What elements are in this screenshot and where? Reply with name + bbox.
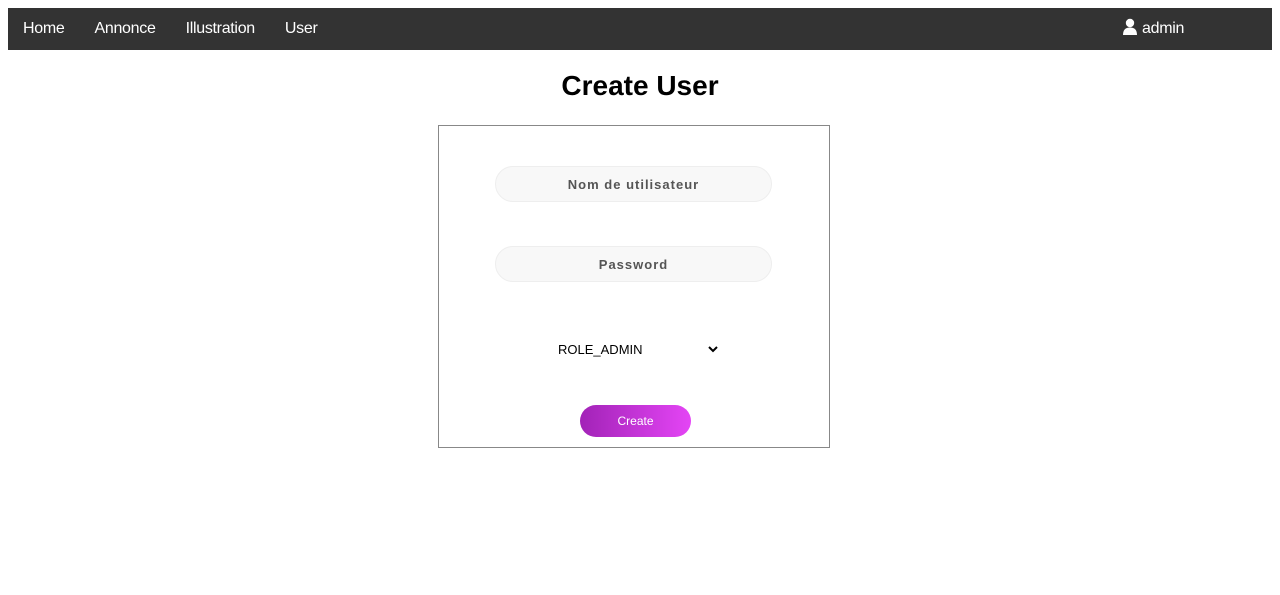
create-button[interactable]: Create xyxy=(580,405,691,437)
role-select-value: ROLE_ADMIN xyxy=(558,341,643,357)
nav-link-illustration[interactable]: Illustration xyxy=(186,20,256,38)
nav-link-user[interactable]: User xyxy=(285,20,318,38)
page-title: Create User xyxy=(561,70,719,101)
nav-link-annonce[interactable]: Annonce xyxy=(94,20,155,38)
password-input[interactable] xyxy=(495,246,772,282)
current-user-menu[interactable]: admin xyxy=(1122,8,1184,50)
nav-link-home[interactable]: Home xyxy=(23,20,65,38)
role-select[interactable]: ROLE_ADMIN xyxy=(556,338,718,360)
current-user-label: admin xyxy=(1142,20,1185,37)
create-user-form: ROLE_ADMIN Create xyxy=(438,125,830,448)
top-navbar: Home Annonce Illustration User admin xyxy=(8,8,1272,50)
chevron-down-icon xyxy=(708,345,718,352)
username-input[interactable] xyxy=(495,166,772,202)
user-icon xyxy=(1123,18,1137,35)
